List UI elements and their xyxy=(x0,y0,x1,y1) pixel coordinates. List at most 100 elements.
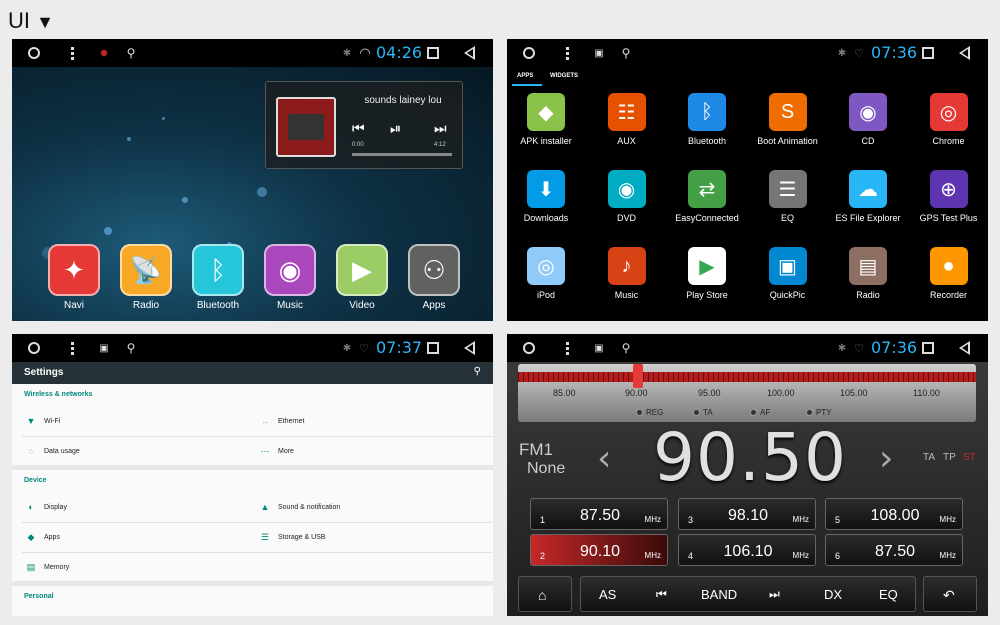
status-bar: ▣ ⚲ ✱ ♡ 07:36 xyxy=(507,334,988,362)
flag-ta[interactable]: TA xyxy=(693,408,713,417)
setting-display[interactable]: ◐ Display xyxy=(18,496,67,518)
search-icon[interactable]: ⚲ xyxy=(474,366,481,377)
memory-icon: ▤ xyxy=(26,561,36,572)
app-cd[interactable]: ◉ CD xyxy=(828,93,908,146)
app-aux[interactable]: ☷ AUX xyxy=(587,93,667,146)
preset-5[interactable]: 5 108.00 MHz xyxy=(825,498,963,530)
home-circle-icon[interactable] xyxy=(521,39,537,67)
seek-right-icon[interactable]: › xyxy=(879,438,893,479)
menu-dots-icon[interactable] xyxy=(64,39,80,67)
eq-button[interactable]: EQ xyxy=(879,587,898,602)
recents-square-icon[interactable] xyxy=(920,334,936,362)
next-icon[interactable]: ⏭ xyxy=(434,120,447,137)
dock-app-video[interactable]: ▶ Video xyxy=(334,244,390,311)
app-label: Chrome xyxy=(932,136,965,146)
folder-cloud-icon: ☁ xyxy=(849,170,887,208)
music-disc-icon: ◉ xyxy=(264,244,316,296)
indicator-st: ST xyxy=(963,452,976,463)
home-circle-icon[interactable] xyxy=(26,334,42,362)
app-easyconnected[interactable]: ⇄ EasyConnected xyxy=(667,170,747,223)
setting-label: Ethernet xyxy=(278,417,305,425)
setting-label: Memory xyxy=(44,563,70,571)
app-play-store[interactable]: ▶ Play Store xyxy=(667,247,747,300)
dock-label: Music xyxy=(276,300,304,311)
app-chrome[interactable]: ◎ Chrome xyxy=(909,93,989,146)
home-circle-icon[interactable] xyxy=(521,334,537,362)
status-bar: ✹ ⚲ ✱ ◠ 04:26 xyxy=(12,39,493,67)
app-label: Boot Animation xyxy=(757,136,818,146)
previous-icon[interactable]: ⏮ xyxy=(352,120,365,137)
app-music[interactable]: ♪ Music xyxy=(587,247,667,300)
menu-dots-icon[interactable] xyxy=(559,39,575,67)
dock-app-radio[interactable]: 📡 Radio xyxy=(118,244,174,311)
tab-apps[interactable]: APPS xyxy=(517,73,533,79)
home-circle-icon[interactable] xyxy=(26,39,42,67)
flag-af[interactable]: AF xyxy=(750,408,770,417)
flag-reg[interactable]: REG xyxy=(636,408,663,417)
android-icon: ◆ xyxy=(27,531,35,542)
setting-more[interactable]: ⋯ More xyxy=(252,440,294,462)
setting-wifi[interactable]: ▼ Wi-Fi xyxy=(18,410,61,432)
seek-left-icon[interactable]: ‹ xyxy=(597,438,611,479)
app-boot-animation[interactable]: S Boot Animation xyxy=(748,93,828,146)
recents-square-icon[interactable] xyxy=(920,39,936,67)
dock-app-navi[interactable]: ✦ Navi xyxy=(46,244,102,311)
app-dvd[interactable]: ◉ DVD xyxy=(587,170,667,223)
setting-apps[interactable]: ◆ Apps xyxy=(18,526,60,548)
next-station-icon[interactable]: ⏭ xyxy=(769,587,780,602)
preset-4[interactable]: 4 106.10 MHz xyxy=(678,534,816,566)
back-icon[interactable] xyxy=(461,39,477,67)
app-ipod[interactable]: ◎ iPod xyxy=(507,247,586,300)
indicator-ta: TA xyxy=(923,452,936,463)
preset-2[interactable]: 2 90.10 MHz xyxy=(530,534,668,566)
bluetooth-status-icon: ✱ xyxy=(342,47,352,59)
band-button[interactable]: BAND xyxy=(701,587,737,602)
dock-app-apps[interactable]: ⚇ Apps xyxy=(406,244,462,311)
menu-dots-icon[interactable] xyxy=(559,334,575,362)
app-recorder[interactable]: ● Recorder xyxy=(909,247,989,300)
menu-dots-icon[interactable] xyxy=(64,334,80,362)
app-bluetooth[interactable]: ᛒ Bluetooth xyxy=(667,93,747,146)
as-button[interactable]: AS xyxy=(599,587,616,602)
dock-app-bluetooth[interactable]: ᛒ Bluetooth xyxy=(190,244,246,311)
back-icon[interactable] xyxy=(461,334,477,362)
music-widget[interactable]: sounds lainey lou ⏮ ⏯ ⏭ 0:00 4:12 xyxy=(265,81,463,169)
progress-bar[interactable] xyxy=(352,153,452,156)
app-label: APK installer xyxy=(520,136,572,146)
setting-data-usage[interactable]: ◌ Data usage xyxy=(18,440,80,462)
image-icon: ▣ xyxy=(99,342,109,354)
dock-app-music[interactable]: ◉ Music xyxy=(262,244,318,311)
setting-sound[interactable]: ▲ Sound & notification xyxy=(252,496,341,518)
back-icon[interactable] xyxy=(956,334,972,362)
back-icon[interactable] xyxy=(956,39,972,67)
recents-square-icon[interactable] xyxy=(425,39,441,67)
app-eq[interactable]: ☰ EQ xyxy=(748,170,828,223)
app-quickpic[interactable]: ▣ QuickPic xyxy=(748,247,828,300)
app-radio[interactable]: ▤ Radio xyxy=(828,247,908,300)
tab-widgets[interactable]: WIDGETS xyxy=(550,73,578,79)
return-button[interactable]: ↶ xyxy=(923,576,977,612)
setting-ethernet[interactable]: ↔ Ethernet xyxy=(252,410,305,432)
home-button[interactable]: ⌂ xyxy=(518,576,572,612)
app-label: GPS Test Plus xyxy=(919,213,978,223)
preset-3[interactable]: 3 98.10 MHz xyxy=(678,498,816,530)
app-apk-installer[interactable]: ◆ APK installer xyxy=(507,93,586,146)
app-es-file-explorer[interactable]: ☁ ES File Explorer xyxy=(828,170,908,223)
dx-button[interactable]: DX xyxy=(824,587,842,602)
app-downloads[interactable]: ⬇ Downloads xyxy=(507,170,586,223)
app-gps-test-plus[interactable]: ⊕ GPS Test Plus xyxy=(909,170,989,223)
preset-1[interactable]: 1 87.50 MHz xyxy=(530,498,668,530)
recents-square-icon[interactable] xyxy=(425,334,441,362)
play-pause-icon[interactable]: ⏯ xyxy=(390,120,401,137)
app-label: Radio xyxy=(856,290,880,300)
tuning-needle[interactable] xyxy=(632,364,643,388)
preset-6[interactable]: 6 87.50 MHz xyxy=(825,534,963,566)
scale-label: 85.00 xyxy=(553,388,576,398)
setting-storage[interactable]: ☰ Storage & USB xyxy=(252,526,326,548)
clock: 07:36 xyxy=(871,338,918,357)
frequency-scale[interactable]: 85.00 90.00 95.00 100.00 105.00 110.00 R… xyxy=(518,364,976,422)
flag-pty[interactable]: PTY xyxy=(806,408,832,417)
triangle-down-icon[interactable]: ▼ xyxy=(36,12,54,32)
prev-station-icon[interactable]: ⏮ xyxy=(656,587,667,602)
setting-memory[interactable]: ▤ Memory xyxy=(18,556,70,578)
